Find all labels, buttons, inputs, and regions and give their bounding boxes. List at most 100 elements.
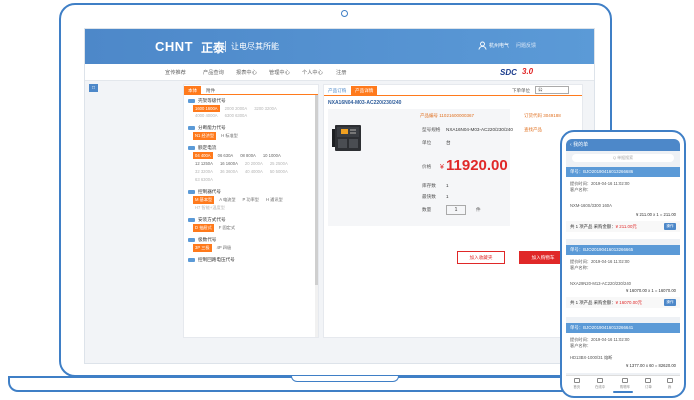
option-chip[interactable]: 08 800A bbox=[238, 152, 258, 159]
side-marker[interactable]: □ bbox=[89, 84, 98, 92]
option-row: 12 1250A 16 1600A 20 2000A 25 2500A bbox=[193, 160, 290, 167]
order-amount: ¥ 211.00元 bbox=[615, 224, 637, 229]
tab-accessory[interactable]: 附件 bbox=[202, 86, 219, 95]
camera-icon bbox=[341, 10, 348, 17]
option-chip[interactable]: P 功率型 bbox=[241, 196, 261, 204]
product-panel: 产品订购 产品详情 下单单位 公 NXA16N04-M03-AC220/230/… bbox=[323, 84, 583, 338]
order-item: NXM-160S/3300 160A bbox=[570, 203, 612, 208]
add-favorite-button[interactable]: 加入收藏夹 bbox=[457, 251, 505, 264]
folder-icon bbox=[597, 377, 604, 383]
option-chip[interactable]: N1 经济型 bbox=[193, 132, 217, 140]
user-icon[interactable] bbox=[478, 41, 487, 50]
order-summary-text: 共 1 项产品 采购金额： bbox=[570, 300, 616, 305]
cart-icon bbox=[622, 377, 629, 383]
nav-item-register[interactable]: 注册 bbox=[336, 69, 346, 76]
option-chip[interactable]: 04 400A bbox=[193, 152, 213, 159]
option-chip[interactable]: 20 2000A bbox=[243, 160, 265, 167]
nav-item-personal[interactable]: 个人中心 bbox=[302, 69, 323, 76]
scroll-thumb[interactable] bbox=[315, 95, 318, 285]
sdc-logo: SDC bbox=[500, 68, 517, 77]
order-card[interactable]: 单号：BJO20190416013266641 提价时间：2019-04-16 … bbox=[566, 323, 680, 373]
tab-orders[interactable]: 订单 bbox=[645, 377, 652, 389]
order-item: HD13BX-1000/31 熔断 bbox=[570, 355, 613, 360]
group-title: 壳架等级代号 bbox=[188, 98, 226, 104]
order-amount: ¥ 16070.00元 bbox=[615, 300, 642, 305]
order-id: 单号：BJO20190416013266686 bbox=[566, 167, 680, 177]
quantity-label: 数量 bbox=[422, 207, 432, 212]
group-icon bbox=[188, 257, 195, 262]
tab-home[interactable]: 首页 bbox=[573, 377, 580, 389]
order-card[interactable]: 单号：BJO20190416013266665 提价时间：2019-04-16 … bbox=[566, 245, 680, 317]
option-chip[interactable]: F 固定式 bbox=[217, 224, 237, 232]
filter-panel: 本体 附件 壳架等级代号 1600 1600A 2000 2000A 3200 … bbox=[183, 84, 319, 338]
order-unit-select[interactable]: 公 bbox=[535, 86, 569, 94]
option-chip[interactable]: 12 1250A bbox=[193, 160, 215, 167]
option-chip[interactable]: 16 1600A bbox=[218, 160, 240, 167]
header-divider bbox=[225, 41, 226, 52]
tab-detail[interactable]: 产品详情 bbox=[351, 86, 378, 95]
phone-header: ‹ 我的单 bbox=[566, 139, 680, 151]
home-icon bbox=[573, 377, 580, 383]
option-chip[interactable]: 2000 2000A bbox=[223, 105, 250, 112]
tab-order[interactable]: 产品订购 bbox=[324, 86, 350, 95]
breaker-product-image[interactable] bbox=[332, 123, 364, 153]
option-chip[interactable]: 3200 3200A bbox=[252, 105, 279, 112]
option-chip[interactable]: 4P 四极 bbox=[215, 244, 234, 252]
option-chip[interactable]: 4000 4000A bbox=[193, 112, 220, 119]
product-code-label: 产品编号 bbox=[420, 113, 438, 118]
option-chip[interactable]: 40 4000A bbox=[243, 168, 265, 175]
order-customer: 客户名称： bbox=[570, 265, 591, 270]
laptop-notch bbox=[291, 376, 399, 382]
option-chip[interactable]: 63 6300A bbox=[193, 176, 215, 183]
option-chip[interactable]: H 标准型 bbox=[219, 132, 240, 140]
nav-item-product[interactable]: 产品查询 bbox=[203, 69, 224, 76]
tab-me[interactable]: 我 bbox=[666, 377, 673, 389]
order-summary: 共 1 项产品 采购金额：¥ 211.00元 操作 bbox=[566, 221, 680, 232]
option-chip[interactable]: A 电流型 bbox=[217, 196, 237, 204]
option-chip[interactable]: H 通讯型 bbox=[264, 196, 285, 204]
option-chip[interactable]: 3P 三极 bbox=[193, 244, 212, 252]
filter-scrollbar[interactable] bbox=[315, 95, 318, 337]
product-title: NXA16N04-M03-AC220/230/240 bbox=[328, 100, 402, 106]
brand-logo[interactable]: CHNT bbox=[155, 39, 193, 54]
option-chip[interactable]: 6300 6300A bbox=[223, 112, 250, 119]
feedback-link[interactable]: 问题反馈 bbox=[516, 42, 536, 49]
list-icon bbox=[645, 377, 652, 383]
nav-item-report[interactable]: 报表中心 bbox=[236, 69, 257, 76]
laptop-screen: CHNT 正泰 让电尽其所能 杭州电气 问题反馈 宣传推荐 产品查询 报表中心 … bbox=[84, 28, 595, 364]
group-title: 控制回路电压代号 bbox=[188, 257, 235, 263]
option-chip[interactable]: 32 3200A bbox=[193, 168, 215, 175]
order-code: 订货代码 3049188 bbox=[524, 113, 561, 118]
option-chip[interactable]: 50 5000A bbox=[268, 168, 290, 175]
order-customer: 客户名称： bbox=[570, 187, 591, 192]
option-chip[interactable]: 1600 1600A bbox=[193, 105, 220, 112]
tab-cart[interactable]: 购物车 bbox=[619, 377, 631, 389]
option-chip[interactable]: H7 智能+温度型 bbox=[193, 204, 227, 212]
tab-label: 购物车 bbox=[619, 384, 631, 389]
order-action-button[interactable]: 操作 bbox=[664, 299, 676, 306]
option-chip[interactable]: 06 630A bbox=[216, 152, 236, 159]
order-search-input[interactable]: Q 单据搜索 bbox=[572, 154, 674, 162]
option-chip[interactable]: 10 1000A bbox=[261, 152, 283, 159]
tab-online[interactable]: 在线中 bbox=[595, 377, 605, 389]
group-icon bbox=[188, 217, 195, 222]
user-name[interactable]: 杭州电气 bbox=[489, 42, 509, 49]
find-product-link[interactable]: 查找产品 bbox=[524, 127, 542, 133]
option-chip[interactable]: 25 2500A bbox=[268, 160, 290, 167]
stock-label: 库存数 bbox=[422, 183, 436, 188]
option-chip[interactable]: M 基本型 bbox=[193, 196, 215, 204]
option-chip[interactable]: 36 3600A bbox=[218, 168, 240, 175]
group-title: 额定电流 bbox=[188, 145, 216, 151]
order-card[interactable]: 单号：BJO20190416013266686 提价时间：2019-04-16 … bbox=[566, 167, 680, 239]
order-action-button[interactable]: 操作 bbox=[664, 223, 676, 230]
order-line: ¥ 16070.00 x 1 = 16070.00 bbox=[626, 288, 676, 293]
fastest-label: 最快数 bbox=[422, 194, 436, 199]
quantity-input[interactable]: 1 bbox=[446, 205, 466, 215]
user-icon bbox=[666, 377, 673, 383]
option-chip[interactable]: D 抽屉式 bbox=[193, 224, 214, 232]
product-price: 11920.00 bbox=[446, 157, 508, 174]
tab-body[interactable]: 本体 bbox=[184, 86, 202, 95]
nav-item-manage[interactable]: 管理中心 bbox=[269, 69, 290, 76]
product-code: 产品编号 11021600000367 bbox=[420, 113, 474, 119]
nav-item-promo[interactable]: 宣传推荐 bbox=[165, 69, 186, 76]
